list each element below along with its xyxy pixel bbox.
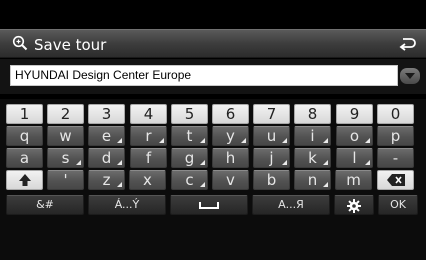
back-arrow-icon[interactable] [398, 34, 416, 54]
key-row3-9[interactable]: - [377, 148, 414, 168]
header-bar: Save tour [0, 29, 426, 58]
key-row2-3[interactable]: r [130, 126, 167, 146]
keyboard-row-functions: &# Á...Ý А...Я OK [6, 195, 426, 217]
key-row3-3[interactable]: f [130, 148, 167, 168]
backspace-key[interactable] [377, 170, 414, 190]
key-row4-5[interactable]: b [253, 170, 290, 190]
key-row3-6[interactable]: j [253, 148, 290, 168]
key-row3-5[interactable]: h [212, 148, 249, 168]
key-row1-2[interactable]: 3 [88, 104, 125, 124]
key-row1-4[interactable]: 5 [171, 104, 208, 124]
key-row2-4[interactable]: t [171, 126, 208, 146]
key-row2-7[interactable]: i [294, 126, 331, 146]
key-row2-9[interactable]: p [377, 126, 414, 146]
settings-key[interactable] [334, 195, 374, 215]
key-row1-3[interactable]: 4 [130, 104, 167, 124]
key-row4-6[interactable]: n [294, 170, 331, 190]
key-row4-2[interactable]: x [129, 170, 166, 190]
key-row1-1[interactable]: 2 [47, 104, 84, 124]
key-row1-0[interactable]: 1 [6, 104, 43, 124]
keyboard-row-numbers: 1234567890 [6, 104, 426, 126]
key-row2-1[interactable]: w [47, 126, 84, 146]
dropdown-button[interactable] [400, 68, 420, 84]
screen: Save tour HYUNDAI Design Center Europe 1… [0, 0, 426, 260]
key-row2-5[interactable]: y [212, 126, 249, 146]
key-row3-4[interactable]: g [171, 148, 208, 168]
key-row3-2[interactable]: d [88, 148, 125, 168]
name-input[interactable]: HYUNDAI Design Center Europe [10, 65, 398, 86]
search-icon [12, 35, 28, 55]
key-row4-7[interactable]: m [335, 170, 372, 190]
page-title: Save tour [34, 36, 107, 54]
gear-icon [347, 199, 361, 213]
key-row2-2[interactable]: e [88, 126, 125, 146]
ok-key[interactable]: OK [378, 195, 418, 215]
key-row3-0[interactable]: a [6, 148, 43, 168]
keyboard-row-1: qwertyuiop [6, 126, 426, 148]
symbols-key[interactable]: &# [6, 195, 84, 215]
shift-arrow-icon [18, 174, 31, 186]
keyboard-row-3: ' z x c v b n m [6, 170, 426, 192]
key-row4-1[interactable]: z [88, 170, 125, 190]
key-row1-9[interactable]: 0 [377, 104, 414, 124]
shift-key[interactable] [6, 170, 43, 190]
accents-key[interactable]: Á...Ý [88, 195, 166, 215]
backspace-icon [386, 174, 405, 186]
space-bar-icon [199, 202, 219, 209]
key-row1-7[interactable]: 8 [294, 104, 331, 124]
keyboard-row-2: asdfghjkl- [6, 148, 426, 170]
header-title-group: Save tour [12, 35, 106, 55]
key-row3-1[interactable]: s [47, 148, 84, 168]
key-row4-3[interactable]: c [171, 170, 208, 190]
space-key[interactable] [170, 195, 248, 215]
key-row1-6[interactable]: 7 [253, 104, 290, 124]
key-row2-8[interactable]: o [336, 126, 373, 146]
keyboard: 1234567890 qwertyuiop asdfghjkl- ' z x c v b n… [0, 99, 426, 260]
key-row3-7[interactable]: k [294, 148, 331, 168]
key-row2-6[interactable]: u [253, 126, 290, 146]
cyrillic-key[interactable]: А...Я [252, 195, 330, 215]
key-row4-4[interactable]: v [212, 170, 249, 190]
key-row2-0[interactable]: q [6, 126, 43, 146]
key-row1-5[interactable]: 6 [212, 104, 249, 124]
key-row3-8[interactable]: l [336, 148, 373, 168]
key-row1-8[interactable]: 9 [336, 104, 373, 124]
key-row4-0[interactable]: ' [47, 170, 84, 190]
input-bar: HYUNDAI Design Center Europe [0, 59, 426, 94]
chevron-down-icon [405, 73, 415, 79]
